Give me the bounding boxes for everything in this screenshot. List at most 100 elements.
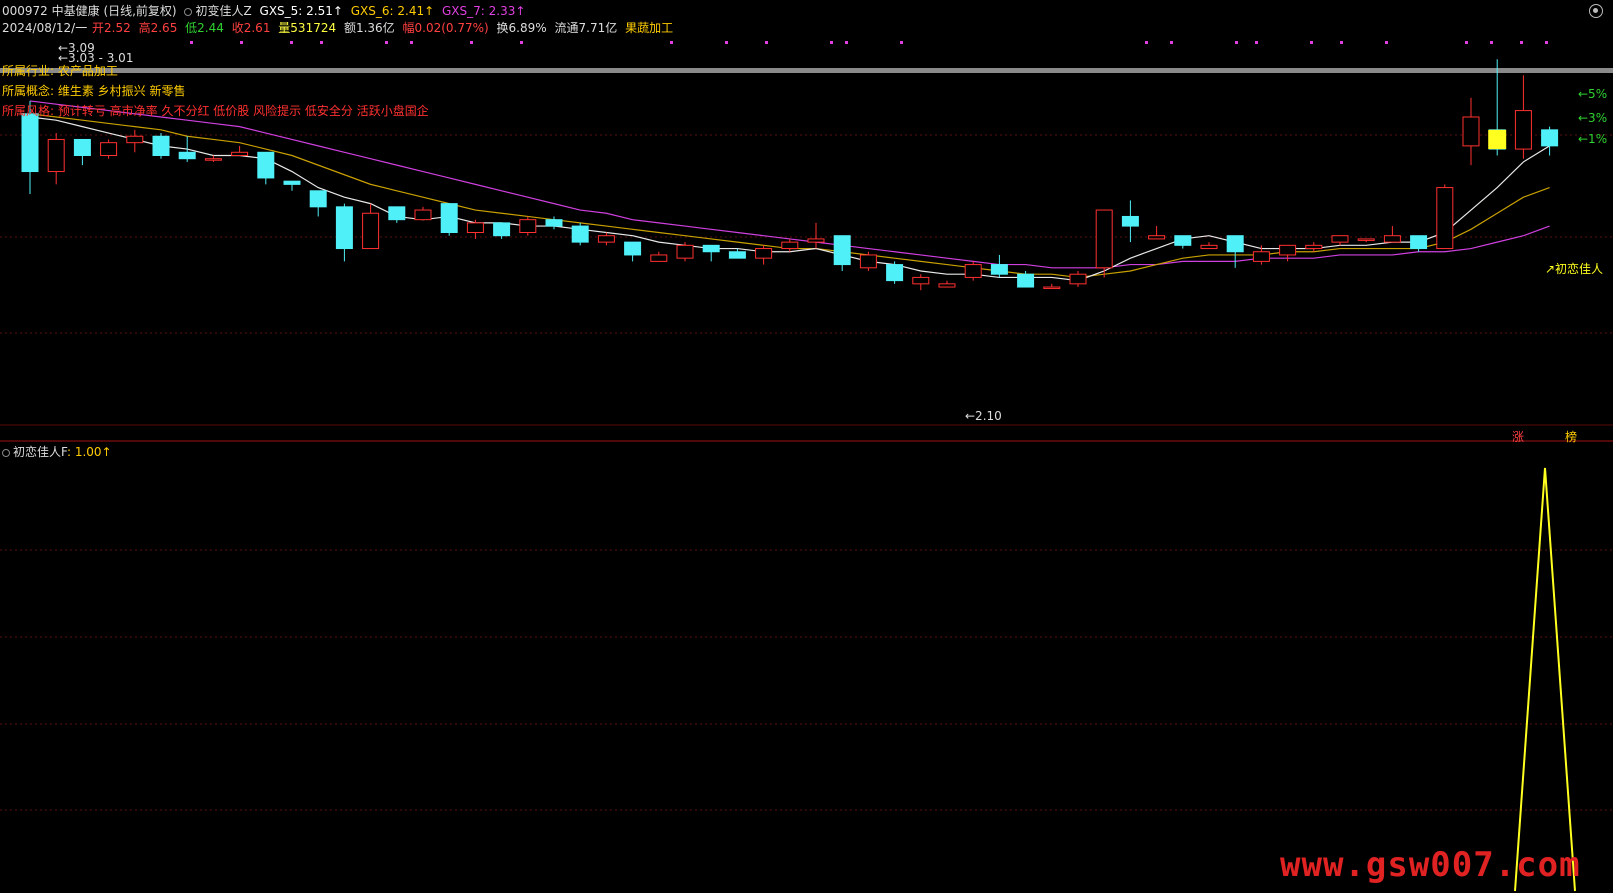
quote-date: 2024/08/12/一 — [2, 21, 88, 35]
candle-body — [1331, 235, 1349, 243]
quote-sector[interactable]: 果蔬加工 — [625, 21, 673, 35]
candle-body — [21, 113, 39, 173]
signal-dot — [900, 41, 903, 44]
gxs6-value: GXS_6: 2.41↑ — [350, 4, 435, 18]
quote-change: 幅0.02(0.77%) — [402, 21, 489, 35]
bang-badge[interactable]: 榜 — [1565, 428, 1577, 445]
candle-body — [388, 206, 406, 221]
candle-body — [597, 235, 615, 243]
indicator-toggle-icon[interactable] — [184, 8, 193, 16]
signal-dot — [385, 41, 388, 44]
candle-body — [1541, 129, 1559, 147]
candle-body — [755, 248, 773, 259]
sub-indicator-name: 初恋佳人F — [13, 445, 67, 459]
candle-body — [1436, 187, 1454, 250]
candlestick-chart[interactable]: ←3.09←3.03 - 3.01←2.10←5%←3%←1%↗初恋佳人 — [0, 0, 1613, 893]
candle-body — [676, 244, 694, 259]
ma-white-line — [29, 116, 1550, 282]
candle-body — [414, 209, 432, 221]
quote-turnover: 换6.89% — [496, 21, 547, 35]
label-pct-3: ←3% — [1578, 111, 1607, 125]
label-3-03: ←3.03 - 3.01 — [58, 51, 133, 65]
candle-body — [964, 264, 982, 278]
candle-body — [912, 276, 930, 285]
candle-body — [702, 244, 720, 253]
quote-close: 收2.61 — [231, 21, 271, 35]
signal-label: ↗初恋佳人 — [1545, 261, 1603, 276]
candle-body — [1462, 116, 1480, 147]
candle-body — [1226, 235, 1244, 253]
candle-body — [781, 241, 799, 250]
candle-body — [126, 135, 144, 144]
quote-high: 高2.65 — [138, 21, 178, 35]
quote-float: 流通7.71亿 — [554, 21, 618, 35]
candle-body — [650, 254, 668, 262]
signal-dot — [1545, 41, 1548, 44]
candle-body — [807, 238, 825, 243]
candle-body — [466, 222, 484, 233]
quote-open: 开2.52 — [92, 21, 131, 35]
signal-dot — [320, 41, 323, 44]
candle-body — [204, 158, 222, 161]
candle-body — [990, 264, 1008, 275]
candle-body — [309, 190, 327, 208]
signal-dot — [1235, 41, 1238, 44]
candle-body — [231, 151, 249, 157]
quote-low: 低2.44 — [185, 21, 224, 35]
signal-dot — [1145, 41, 1148, 44]
quote-row: 2024/08/12/一 开2.52 高2.65 低2.44 收2.61 量53… — [2, 21, 677, 35]
candle-body — [1514, 110, 1532, 150]
signal-dot — [290, 41, 293, 44]
signal-dot — [520, 41, 523, 44]
label-pct-1: ←1% — [1578, 132, 1607, 146]
industry-annotation: 所属行业: 农产品加工 — [2, 64, 118, 78]
candle-body — [938, 283, 956, 288]
candle-body — [47, 138, 65, 173]
candle-body — [833, 235, 851, 266]
candle-body — [1305, 244, 1323, 250]
candle-body — [1200, 244, 1218, 250]
concept-annotation: 所属概念: 维生素 乡村振兴 新零售 — [2, 84, 186, 98]
signal-dot — [1520, 41, 1523, 44]
header-row: 000972 中基健康 (日线,前复权) 初变佳人Z GXS_5: 2.51↑ … — [2, 4, 529, 18]
candle-body — [152, 135, 170, 156]
signal-dot — [470, 41, 473, 44]
signal-dot — [1255, 41, 1258, 44]
signal-dot — [1385, 41, 1388, 44]
indicator-name: 初变佳人Z — [184, 4, 252, 18]
signal-dot — [410, 41, 413, 44]
signal-dot — [725, 41, 728, 44]
signal-dot — [1310, 41, 1313, 44]
signal-dot — [1340, 41, 1343, 44]
signal-dot — [845, 41, 848, 44]
zhang-badge[interactable]: 涨 — [1512, 428, 1524, 445]
candle-body — [571, 225, 589, 243]
candle-body — [335, 206, 353, 250]
style-annotation: 所属风格: 预计转亏 高市净率 久不分红 低价股 风险提示 低安全分 活跃小盘国… — [2, 104, 429, 118]
signal-dot — [240, 41, 243, 44]
signal-dot — [190, 41, 193, 44]
candle-body — [1383, 235, 1401, 243]
candle-body — [1017, 273, 1035, 288]
candle-body — [1148, 235, 1166, 240]
sub-panel-header: 初恋佳人F: 1.00↑ — [2, 443, 112, 460]
candle-body — [1279, 244, 1297, 256]
candle-body — [362, 212, 380, 250]
settings-icon[interactable] — [1589, 4, 1603, 18]
candle-body — [1357, 238, 1375, 241]
stock-code-name: 000972 中基健康 (日线,前复权) — [2, 4, 177, 18]
gxs5-value: GXS_5: 2.51↑ — [259, 4, 343, 18]
signal-dot — [670, 41, 673, 44]
label-pct-5: ←5% — [1578, 87, 1607, 101]
candle-body — [1174, 235, 1192, 246]
candle-body — [178, 151, 196, 160]
sub-indicator-toggle-icon[interactable] — [2, 449, 10, 457]
candle-body — [1043, 286, 1061, 290]
candle-body — [73, 138, 91, 156]
watermark: www.gsw007.com — [1280, 845, 1581, 885]
candle-body — [493, 222, 511, 237]
header-separator — [0, 68, 1613, 73]
candle-body — [1410, 235, 1428, 250]
candle-body — [1095, 209, 1113, 269]
candle-body — [519, 219, 537, 234]
